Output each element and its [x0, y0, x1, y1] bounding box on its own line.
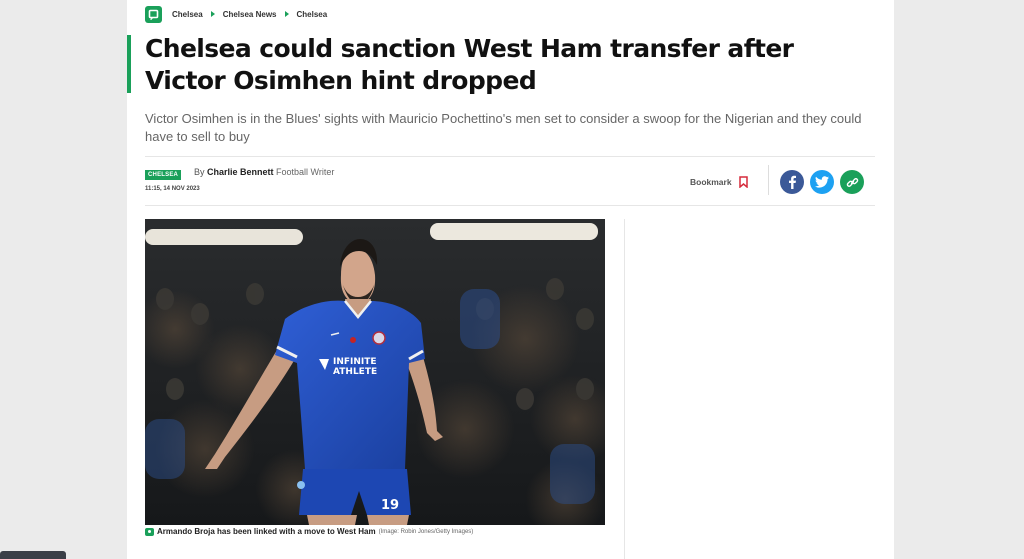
chevron-right-icon — [284, 11, 289, 17]
caption-text: Armando Broja has been linked with a mov… — [157, 527, 376, 536]
byline-prefix: By — [194, 167, 208, 177]
chevron-right-icon — [210, 11, 215, 17]
shirt-number: 19 — [381, 498, 399, 513]
copy-link-button[interactable] — [840, 170, 864, 194]
breadcrumb: Chelsea Chelsea News Chelsea — [145, 5, 327, 23]
author-role: Football Writer — [273, 167, 335, 177]
section-tag[interactable]: CHELSEA — [145, 170, 182, 180]
sidebar-divider — [624, 219, 625, 559]
camera-icon — [145, 527, 154, 536]
breadcrumb-item-chelsea[interactable]: Chelsea — [172, 10, 203, 19]
share-twitter-button[interactable] — [810, 170, 834, 194]
breadcrumb-item-chelsea-current[interactable]: Chelsea — [297, 10, 328, 19]
bookmark-icon — [738, 176, 748, 188]
image-credit: (Image: Robin Jones/Getty Images) — [378, 528, 474, 535]
divider — [768, 165, 769, 195]
breadcrumb-item-chelsea-news[interactable]: Chelsea News — [223, 10, 277, 19]
link-icon — [846, 177, 858, 187]
article-standfirst: Victor Osimhen is in the Blues' sights w… — [145, 111, 862, 144]
page-title: Chelsea could sanction West Ham transfer… — [145, 34, 794, 95]
image-caption: Armando Broja has been linked with a mov… — [145, 527, 473, 536]
publish-timestamp: 11:15, 14 NOV 2023 — [145, 186, 200, 192]
facebook-icon — [789, 175, 796, 189]
headline-accent-bar — [127, 35, 131, 93]
twitter-icon — [815, 176, 829, 188]
kit-sponsor-line-2: ATHLETE — [333, 367, 377, 377]
bookmark-button[interactable]: Bookmark — [690, 176, 748, 188]
byline: By Charlie Bennett Football Writer — [194, 167, 334, 177]
site-logo-icon[interactable] — [145, 5, 162, 23]
kit-sponsor-line-1: INFINITE — [333, 357, 377, 367]
hero-image[interactable]: INFINITE ATHLETE 19 — [145, 219, 605, 525]
author-link[interactable]: Charlie Bennett — [207, 167, 274, 177]
article-meta-bar: CHELSEA By Charlie Bennett Football Writ… — [145, 156, 875, 206]
article-page: Chelsea Chelsea News Chelsea Chelsea cou… — [127, 0, 894, 559]
share-facebook-button[interactable] — [780, 170, 804, 194]
privacy-settings-tab[interactable] — [0, 551, 66, 559]
bookmark-label: Bookmark — [690, 177, 732, 187]
